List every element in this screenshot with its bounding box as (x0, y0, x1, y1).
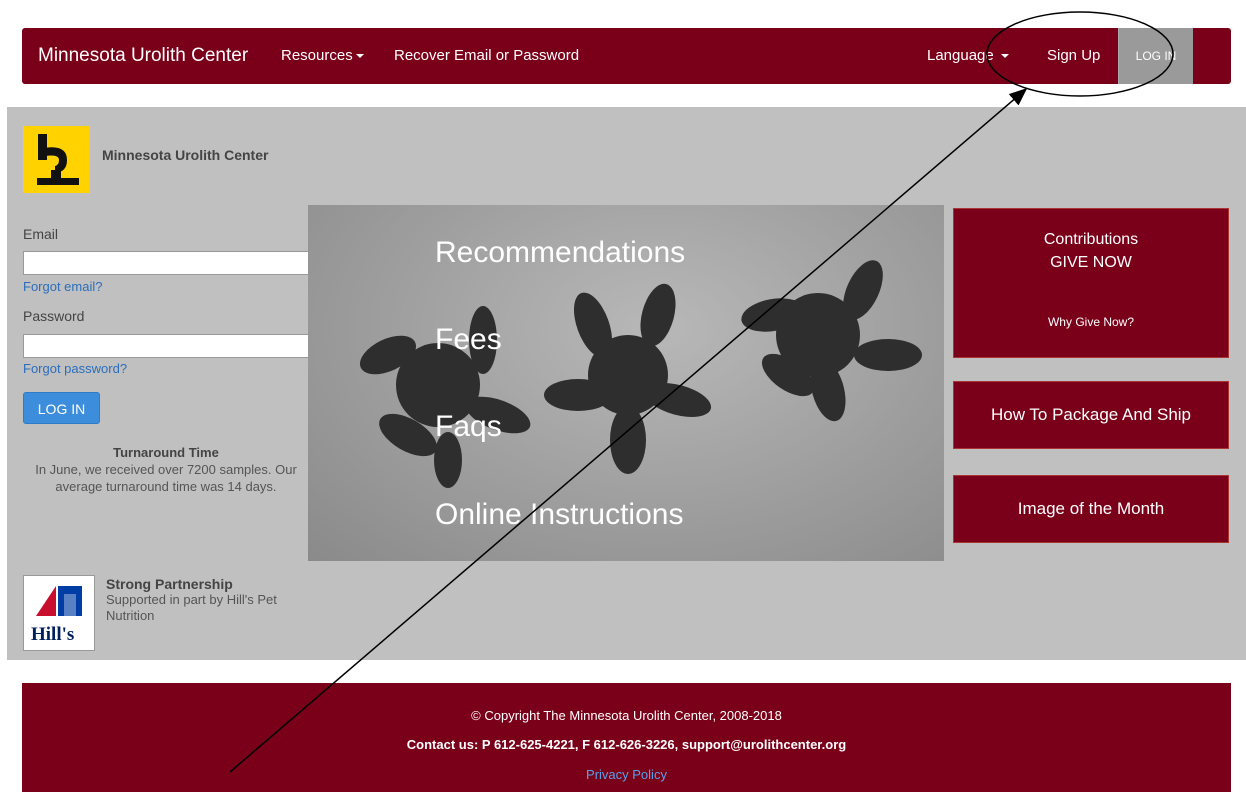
recommendations-link[interactable]: Recommendations (435, 236, 685, 270)
give-now-label: GIVE NOW (1050, 254, 1132, 271)
image-of-month-card[interactable]: Image of the Month (953, 475, 1229, 543)
microscope-logo (23, 126, 90, 193)
chevron-down-icon (1000, 54, 1009, 59)
resources-dropdown[interactable]: Resources (281, 47, 364, 64)
why-give-link[interactable]: Why Give Now? (954, 315, 1228, 329)
language-label: Language (927, 47, 994, 64)
online-instructions-link[interactable]: Online Instructions (435, 498, 683, 532)
package-ship-card[interactable]: How To Package And Ship (953, 381, 1229, 449)
recover-link[interactable]: Recover Email or Password (394, 47, 579, 64)
privacy-policy-link[interactable]: Privacy Policy (22, 767, 1231, 782)
copyright-text: © Copyright The Minnesota Urolith Center… (471, 708, 782, 723)
hills-logo-text: Hill's (31, 624, 75, 645)
contact-text: Contact us: P 612-625-4221, F 612-626-32… (406, 737, 847, 752)
footer: © Copyright The Minnesota Urolith Center… (22, 683, 1231, 792)
contributions-card[interactable]: Contributions GIVE NOW Why Give Now? (953, 208, 1229, 358)
chevron-down-icon (355, 54, 364, 59)
forgot-password-link[interactable]: Forgot password? (23, 361, 127, 376)
fees-link[interactable]: Fees (435, 323, 502, 357)
turnaround-section: Turnaround Time In June, we received ove… (23, 444, 309, 495)
turnaround-text: In June, we received over 7200 samples. … (35, 462, 297, 494)
hills-logo-icon (36, 586, 82, 616)
faqs-link[interactable]: Faqs (435, 410, 502, 444)
hero-image: Recommendations Fees Faqs Online Instruc… (308, 205, 944, 561)
microscope-icon (37, 134, 79, 185)
partner-text: Supported in part by Hill's Pet Nutritio… (106, 592, 277, 623)
partner-title: Strong Partnership (106, 576, 233, 592)
top-navbar: Minnesota Urolith Center Resources Recov… (22, 28, 1231, 84)
password-field[interactable] (23, 334, 341, 358)
forgot-email-link[interactable]: Forgot email? (23, 279, 102, 294)
contributions-title: Contributions (1043, 231, 1139, 248)
email-label: Email (23, 226, 59, 242)
turnaround-title: Turnaround Time (113, 445, 219, 460)
language-dropdown[interactable]: Language (927, 47, 1009, 64)
hills-logo: Hill's (23, 575, 95, 651)
partner-section: Strong Partnership Supported in part by … (106, 576, 296, 624)
login-button[interactable]: LOG IN (23, 392, 100, 424)
org-name: Minnesota Urolith Center (102, 147, 269, 163)
signup-link[interactable]: Sign Up (1047, 47, 1100, 64)
brand-link[interactable]: Minnesota Urolith Center (38, 45, 248, 67)
email-field[interactable] (23, 251, 341, 275)
nav-login-button[interactable]: LOG IN (1118, 28, 1193, 84)
password-label: Password (23, 308, 85, 324)
resources-label: Resources (281, 47, 353, 64)
